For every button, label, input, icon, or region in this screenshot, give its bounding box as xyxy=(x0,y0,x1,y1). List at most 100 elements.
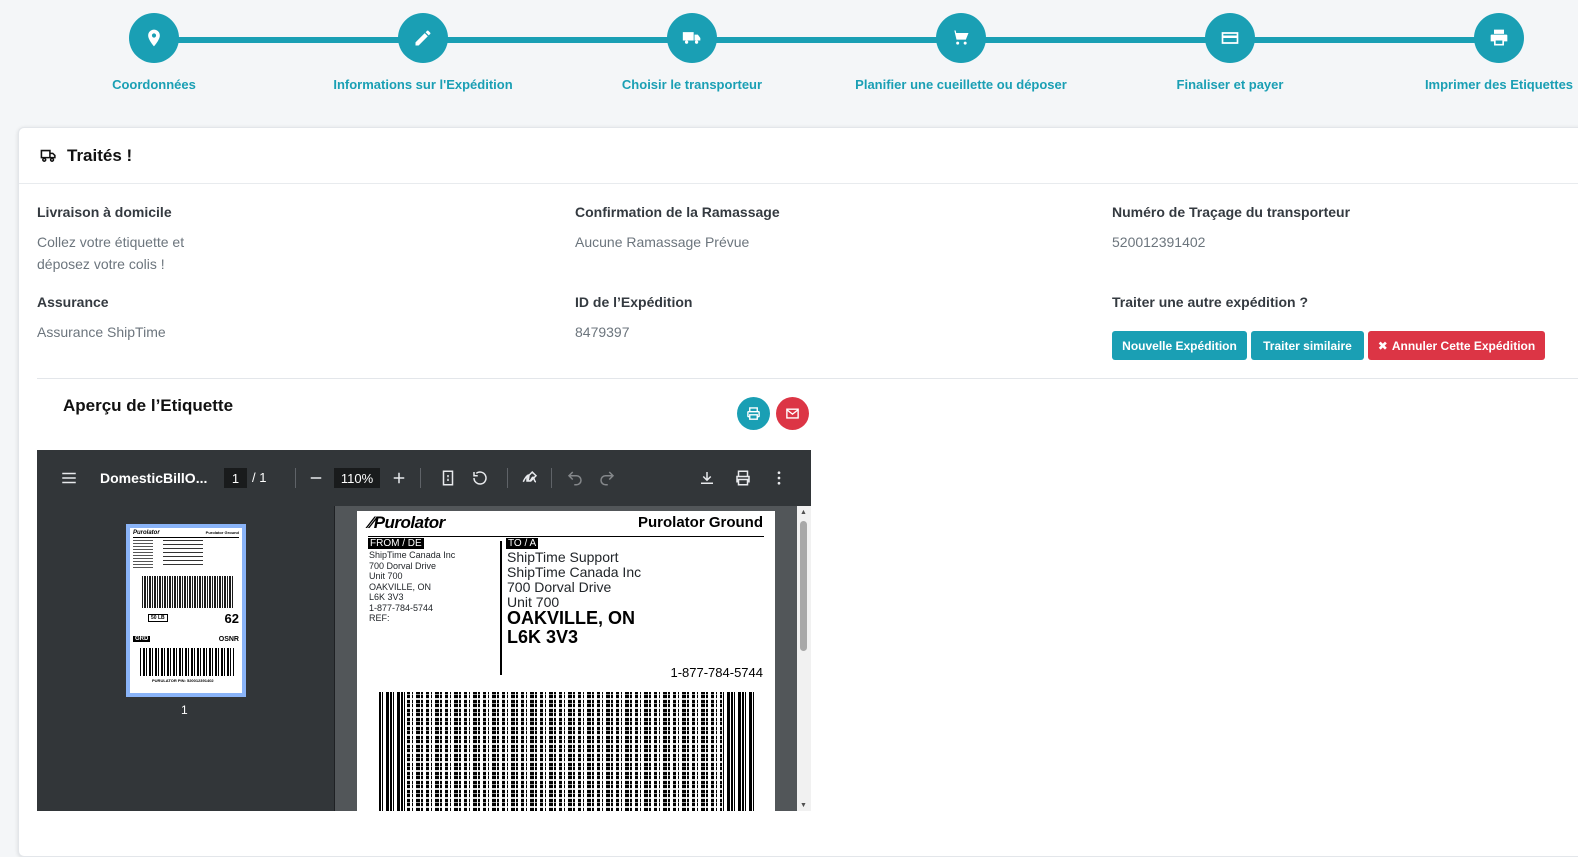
toolbar-separator xyxy=(507,468,508,488)
download-icon[interactable] xyxy=(696,450,718,506)
step-label: Imprimer des Etiquettes xyxy=(1424,77,1574,92)
from-tag: FROM / DE xyxy=(368,538,424,549)
address-divider xyxy=(500,541,502,675)
toolbar-separator xyxy=(420,468,421,488)
credit-card-icon xyxy=(1205,13,1255,63)
pdf-toolbar: DomesticBillO... 1 / 1 110% xyxy=(37,450,811,506)
shipment-id-label: ID de l’Expédition xyxy=(575,294,693,310)
to-phone: 1-877-784-5744 xyxy=(670,665,763,680)
to-address: ShipTime Support ShipTime Canada Inc 700… xyxy=(507,550,641,610)
header-rule xyxy=(368,536,764,537)
pencil-icon xyxy=(398,13,448,63)
similar-shipment-button[interactable]: Traiter similaire xyxy=(1251,331,1364,360)
to-tag: TO / A xyxy=(506,538,539,549)
to-line: 700 Dorval Drive xyxy=(507,579,612,595)
from-line: Unit 700 xyxy=(369,571,403,581)
carrier-logo-text: Purolator xyxy=(373,513,446,532)
zoom-in-icon[interactable] xyxy=(388,450,410,506)
zoom-input[interactable]: 110% xyxy=(334,468,380,488)
toolbar-separator xyxy=(551,468,552,488)
thumb-service-code: GRD xyxy=(133,636,151,642)
page-number-input[interactable]: 1 xyxy=(224,468,247,488)
cart-icon xyxy=(936,13,986,63)
print-icon[interactable] xyxy=(732,450,754,506)
step-transporteur[interactable]: Choisir le transporteur xyxy=(562,13,822,92)
thumb-number: 62 xyxy=(224,611,239,626)
print-label-button[interactable] xyxy=(737,397,770,430)
from-line: 1-877-784-5744 xyxy=(369,602,434,613)
to-line: ShipTime Canada Inc xyxy=(507,564,642,580)
thumbnail-pane: Purolator Purolator Ground 50 LB 62 GRD … xyxy=(37,506,335,811)
step-informations[interactable]: Informations sur l'Expédition xyxy=(293,13,553,92)
step-label: Coordonnées xyxy=(112,77,196,92)
pickup-value: Aucune Ramassage Prévue xyxy=(575,234,750,250)
step-finaliser[interactable]: Finaliser et payer xyxy=(1100,13,1360,92)
card-title: Traités ! xyxy=(67,145,133,165)
step-imprimer[interactable]: Imprimer des Etiquettes xyxy=(1369,13,1578,92)
cancel-shipment-button[interactable]: ✖ Annuler Cette Expédition xyxy=(1368,331,1545,360)
section-divider xyxy=(37,378,1578,379)
cancel-shipment-label: Annuler Cette Expédition xyxy=(1391,338,1536,353)
rotate-icon[interactable] xyxy=(469,450,491,506)
printer-icon xyxy=(1474,13,1524,63)
progress-stepper: Coordonnées Informations sur l'Expéditio… xyxy=(0,0,1578,110)
thumb-pin: PURULATOR PIN: 520012391402 xyxy=(152,678,214,683)
another-shipment-label: Traiter une autre expédition ? xyxy=(1112,294,1309,310)
more-options-icon[interactable] xyxy=(768,450,790,506)
from-line: 700 Dorval Drive xyxy=(369,560,437,571)
tracking-value: 520012391402 xyxy=(1112,234,1206,250)
from-address: ShipTime Canada Inc 700 Dorval Drive Uni… xyxy=(369,550,455,624)
page-thumbnail[interactable]: Purolator Purolator Ground 50 LB 62 GRD … xyxy=(126,524,246,697)
envelope-icon xyxy=(786,408,799,419)
delivery-label: Livraison à domicile xyxy=(37,204,172,220)
pdf-scrollbar[interactable]: ▲ ▼ xyxy=(797,506,811,811)
2d-barcode xyxy=(379,692,754,811)
step-planifier[interactable]: Planifier une cueillette ou déposer xyxy=(831,13,1091,92)
card-header: Traités ! xyxy=(19,128,1578,184)
to-line: ShipTime Support xyxy=(507,549,619,565)
truck-icon xyxy=(667,13,717,63)
zoom-out-icon[interactable] xyxy=(305,450,327,506)
menu-icon[interactable] xyxy=(57,450,81,506)
pdf-viewer: DomesticBillO... 1 / 1 110% Purolator Pu… xyxy=(37,450,811,811)
insurance-label: Assurance xyxy=(37,294,109,310)
to-city: OAKVILLE, ON xyxy=(507,608,636,628)
delivery-value-line1: Collez votre étiquette et xyxy=(37,234,185,250)
step-label: Planifier une cueillette ou déposer xyxy=(855,77,1067,92)
truck-icon xyxy=(40,149,56,162)
step-coordonnees[interactable]: Coordonnées xyxy=(24,13,284,92)
pdf-filename: DomesticBillO... xyxy=(100,470,208,486)
thumb-sort-code: OSNR xyxy=(218,636,239,643)
service-name: Purolator Ground xyxy=(638,514,763,531)
email-label-button[interactable] xyxy=(776,397,809,430)
scroll-down-icon[interactable]: ▼ xyxy=(800,802,807,809)
step-label: Choisir le transporteur xyxy=(621,77,763,92)
result-card: Traités ! Livraison à domicile Collez vo… xyxy=(18,127,1578,857)
scrollbar-thumb[interactable] xyxy=(800,521,807,651)
redo-icon[interactable] xyxy=(596,450,618,506)
fit-page-icon[interactable] xyxy=(437,450,459,506)
thumbnail-page-number: 1 xyxy=(181,703,188,717)
purolator-logo: ⁄⁄Purolator xyxy=(369,513,445,533)
thumb-logo: Purolator xyxy=(133,530,160,536)
thumb-service: Purolator Ground xyxy=(205,530,239,535)
from-line: REF: xyxy=(369,613,390,623)
new-shipment-button[interactable]: Nouvelle Expédition xyxy=(1112,331,1247,360)
thumb-weight: 50 LB xyxy=(148,614,168,622)
scroll-up-icon[interactable]: ▲ xyxy=(800,509,807,516)
to-postal: L6K 3V3 xyxy=(507,627,579,647)
from-line: L6K 3V3 xyxy=(369,592,404,602)
delivery-value-line2: déposez votre colis ! xyxy=(37,256,165,272)
toolbar-separator xyxy=(295,468,296,488)
shipment-id-value: 8479397 xyxy=(575,324,630,340)
pickup-label: Confirmation de la Ramassage xyxy=(575,204,780,220)
annotate-icon[interactable] xyxy=(519,450,541,506)
from-line: ShipTime Canada Inc xyxy=(369,550,456,560)
undo-icon[interactable] xyxy=(564,450,586,506)
from-line: OAKVILLE, ON xyxy=(369,581,432,592)
printer-icon xyxy=(747,407,760,420)
tracking-label: Numéro de Traçage du transporteur xyxy=(1112,204,1351,220)
step-label: Finaliser et payer xyxy=(1176,77,1284,92)
pdf-page: ⁄⁄Purolator Purolator Ground FROM / DE S… xyxy=(357,511,775,811)
map-marker-icon xyxy=(129,13,179,63)
